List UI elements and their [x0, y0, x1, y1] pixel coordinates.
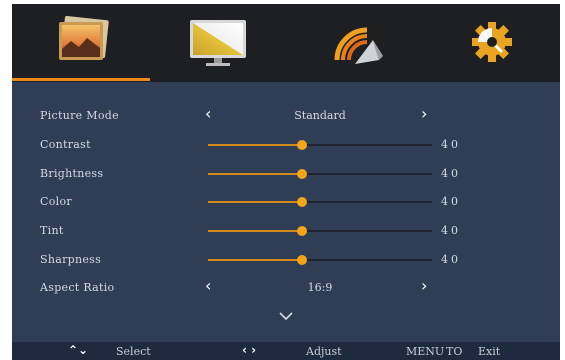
to-hint: TO [446, 345, 463, 358]
monitor-icon [189, 20, 246, 66]
chevron-down-icon[interactable] [278, 310, 294, 322]
prev-arrow-icon[interactable]: ‹ [205, 276, 211, 295]
sharpness-value: 40 [441, 253, 461, 266]
brightness-label: Brightness [40, 167, 104, 180]
adjust-hint: Adjust [306, 345, 342, 358]
slider-fill [208, 230, 303, 232]
contrast-slider[interactable] [208, 140, 432, 150]
osd-menu: Picture Mode ‹ Standard › Contrast 40 Br… [12, 4, 560, 360]
contrast-label: Contrast [40, 138, 91, 151]
slider-knob[interactable] [297, 197, 308, 207]
sharpness-row[interactable]: Sharpness 40 [12, 246, 560, 274]
brightness-value: 40 [441, 167, 461, 180]
next-arrow-icon[interactable]: › [421, 104, 427, 123]
color-slider[interactable] [208, 197, 432, 207]
tab-screen[interactable] [149, 4, 286, 82]
tab-sound[interactable] [286, 4, 423, 82]
menu-tab-bar [12, 4, 560, 82]
slider-knob[interactable] [297, 255, 308, 265]
slider-knob[interactable] [297, 140, 308, 150]
active-tab-indicator [12, 78, 150, 81]
color-row[interactable]: Color 40 [12, 188, 560, 216]
picture-mode-row[interactable]: Picture Mode ‹ Standard › [12, 102, 560, 130]
brightness-row[interactable]: Brightness 40 [12, 160, 560, 188]
audio-icon [334, 27, 383, 64]
prev-arrow-icon[interactable]: ‹ [205, 104, 211, 123]
aspect-ratio-value: 16:9 [307, 281, 333, 294]
exit-hint: Exit [478, 345, 501, 358]
tab-setup[interactable] [423, 4, 560, 82]
tab-picture[interactable] [12, 4, 149, 82]
slider-fill [208, 201, 303, 203]
slider-fill [208, 259, 303, 261]
menu-key-hint: MENU [406, 345, 445, 358]
slider-fill [208, 173, 303, 175]
contrast-row[interactable]: Contrast 40 [12, 131, 560, 159]
tint-row[interactable]: Tint 40 [12, 217, 560, 245]
picture-icon [58, 16, 109, 60]
slider-knob[interactable] [297, 169, 308, 179]
select-hint: Select [116, 345, 151, 358]
sharpness-slider[interactable] [208, 255, 432, 265]
up-down-arrows-icon: ⌃⌄ [68, 343, 89, 357]
gear-icon [471, 22, 512, 62]
footer-hint-bar: ⌃⌄ Select ‹ › Adjust MENU TO Exit [12, 342, 560, 360]
brightness-slider[interactable] [208, 169, 432, 179]
tint-slider[interactable] [208, 226, 432, 236]
aspect-ratio-label: Aspect Ratio [40, 281, 115, 294]
picture-mode-value: Standard [294, 109, 346, 122]
sharpness-label: Sharpness [40, 253, 102, 266]
picture-mode-label: Picture Mode [40, 109, 119, 122]
tint-value: 40 [441, 224, 461, 237]
left-right-arrows-icon: ‹ › [242, 343, 257, 357]
next-arrow-icon[interactable]: › [421, 276, 427, 295]
tint-label: Tint [40, 224, 64, 237]
slider-knob[interactable] [297, 226, 308, 236]
slider-fill [208, 144, 303, 146]
color-value: 40 [441, 195, 461, 208]
contrast-value: 40 [441, 138, 461, 151]
aspect-ratio-row[interactable]: Aspect Ratio ‹ 16:9 › [12, 274, 560, 302]
color-label: Color [40, 195, 72, 208]
